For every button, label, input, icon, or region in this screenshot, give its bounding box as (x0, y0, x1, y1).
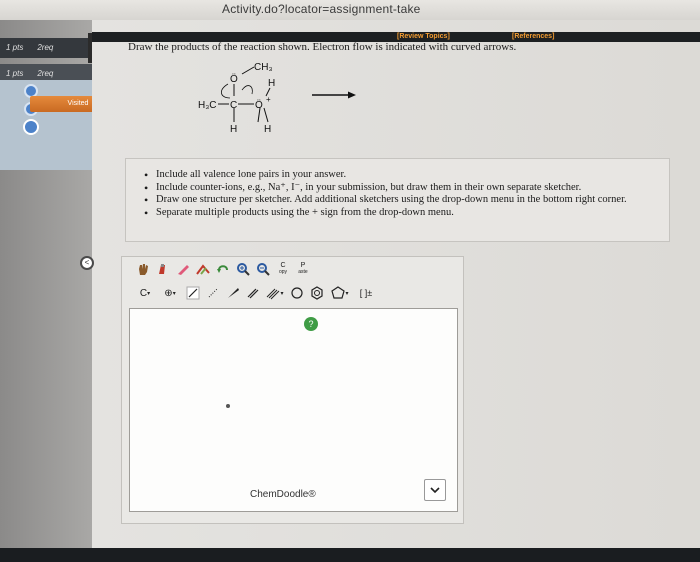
instruction-item: Separate multiple products using the + s… (144, 207, 669, 220)
copy-button[interactable]: C opy (274, 260, 292, 278)
help-label: ? (308, 319, 314, 329)
review-topics-link[interactable]: [Review Topics] (397, 32, 450, 40)
double-bond-icon[interactable] (244, 284, 262, 302)
paste-label: P (300, 262, 306, 269)
bracket-tool[interactable]: [ ]± (354, 284, 378, 302)
requests-label: 2req (37, 69, 54, 78)
question-part-list (0, 80, 92, 170)
oxonium-charge: + (266, 95, 271, 104)
visited-label: Visited (67, 100, 89, 107)
points-label: 1 pts (6, 69, 24, 78)
hashed-bond-icon[interactable] (204, 284, 222, 302)
undo-icon[interactable] (214, 260, 232, 278)
copy-sub-label: opy (278, 269, 288, 275)
instruction-item: Draw one structure per sketcher. Add add… (144, 194, 669, 207)
zoom-in-icon[interactable] (234, 260, 252, 278)
canvas-cursor-dot (226, 404, 230, 408)
instructions-list: Include all valence lone pairs in your a… (126, 159, 669, 219)
h3c-label: H₃C (198, 100, 217, 111)
h-bottom-left-label: H (230, 124, 237, 135)
benzene-icon[interactable] (308, 284, 326, 302)
charge-select[interactable]: ⊕ ▾ (158, 284, 182, 302)
triple-bond-icon[interactable]: ▾ (264, 284, 286, 302)
collapse-sidebar-button[interactable]: < (80, 256, 94, 270)
ch3-label: CH₃ (254, 62, 273, 73)
instruction-item: Include counter-ions, e.g., Na⁺, I⁻, in … (144, 182, 669, 195)
requests-label: 2req (37, 43, 54, 52)
points-label: 1 pts (6, 43, 24, 52)
element-select[interactable]: C ▾ (134, 284, 156, 302)
drawing-canvas[interactable] (129, 308, 458, 512)
pan-hand-icon[interactable] (134, 260, 152, 278)
pentagon-ring-icon[interactable]: ▾ (328, 284, 352, 302)
element-label: C (139, 287, 148, 299)
question-prompt: Draw the products of the reaction shown.… (128, 41, 517, 53)
instruction-item: Include all valence lone pairs in your a… (144, 169, 669, 182)
url-bar[interactable]: Activity.do?locator=assignment-take (0, 0, 700, 20)
single-bond-icon[interactable] (184, 284, 202, 302)
url-text: Activity.do?locator=assignment-take (222, 2, 421, 16)
sidebar-item-1[interactable]: 1 pts 2req (0, 38, 92, 58)
eraser-icon[interactable] (174, 260, 192, 278)
add-sketcher-dropdown[interactable] (424, 479, 446, 501)
reaction-arrow (312, 91, 356, 99)
chemdoodle-brand: ChemDoodle® (250, 489, 316, 500)
help-button[interactable]: ? (304, 317, 318, 331)
bottom-bar (0, 548, 700, 562)
paste-button[interactable]: P aste (294, 260, 312, 278)
ring-circle-icon[interactable] (288, 284, 306, 302)
clean-icon[interactable] (194, 260, 212, 278)
sketcher-toolbar-bottom: C ▾ ⊕ ▾ ▾ ▾ [ ]± (134, 284, 378, 302)
charge-label: ⊕ (164, 287, 173, 299)
references-link[interactable]: [References] (512, 32, 554, 40)
reactant-structure: CH₃ H Ö H₃C C Ö + H H (198, 62, 275, 135)
chevron-down-icon (430, 487, 440, 494)
part-3-button[interactable] (23, 119, 39, 135)
sketcher-toolbar-top: C opy P aste (134, 260, 312, 278)
copy-label: C (280, 262, 286, 269)
wedge-bond-icon[interactable] (224, 284, 242, 302)
o-left-label: Ö (230, 73, 238, 85)
lasso-icon[interactable] (154, 260, 172, 278)
h-top-label: H (268, 78, 275, 89)
bracket-label: [ ]± (359, 288, 373, 298)
paste-sub-label: aste (298, 269, 308, 275)
h-bottom-right-label: H (264, 124, 271, 135)
o-right-label: Ö (255, 99, 263, 111)
instructions-box: Include all valence lone pairs in your a… (125, 158, 670, 242)
zoom-out-icon[interactable] (254, 260, 272, 278)
